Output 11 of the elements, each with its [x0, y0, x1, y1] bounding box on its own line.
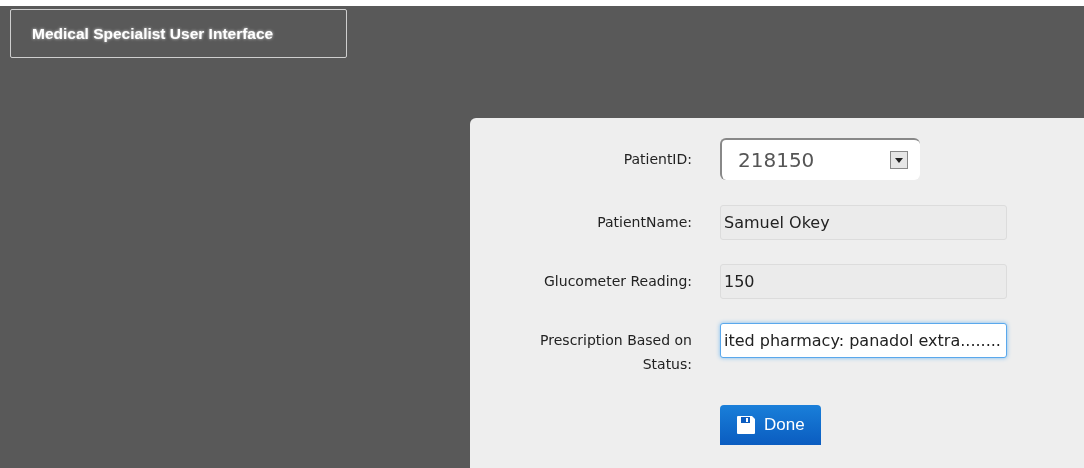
field-label: PatientID:: [622, 150, 692, 169]
dropdown-caret-icon[interactable]: [890, 151, 908, 169]
app-title: Medical Specialist User Interface: [10, 9, 347, 58]
patient-id-dropdown[interactable]: 218150: [720, 138, 920, 180]
field-label: Prescription Based on Status:: [539, 331, 692, 374]
field-label: PatientName:: [596, 213, 692, 232]
readonly-field[interactable]: 150: [720, 264, 1007, 299]
field-label: Glucometer Reading:: [543, 272, 692, 291]
prescription-input[interactable]: ited pharmacy: panadol extra........: [720, 323, 1007, 358]
done-button[interactable]: Done: [720, 405, 821, 445]
readonly-field[interactable]: Samuel Okey: [720, 205, 1007, 240]
